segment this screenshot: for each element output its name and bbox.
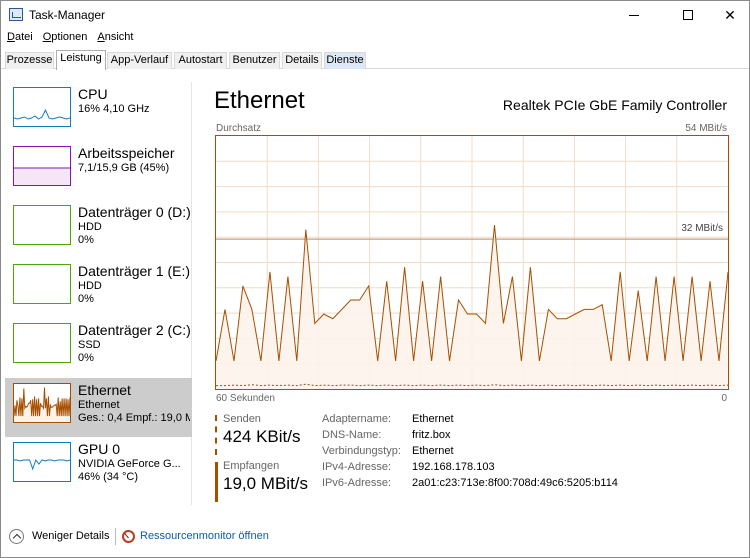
sidebar-item-name: Datenträger 0 (D:) bbox=[78, 204, 190, 220]
property-key: Verbindungstyp: bbox=[322, 445, 401, 457]
sidebar-item-text: Arbeitsspeicher 7,1/15,9 GB (45%) bbox=[78, 145, 190, 175]
footer-divider bbox=[115, 528, 116, 545]
sidebar-item-name: GPU 0 bbox=[78, 441, 121, 457]
sidebar-item-detail: NVIDIA GeForce G... bbox=[78, 458, 181, 470]
tab-details[interactable]: Details bbox=[282, 52, 322, 69]
maximize-icon bbox=[683, 10, 693, 20]
sidebar-item-name: Datenträger 1 (E:) bbox=[78, 263, 190, 279]
close-icon: ✕ bbox=[724, 6, 736, 23]
tab-benutzer[interactable]: Benutzer bbox=[229, 52, 280, 69]
receive-value: 19,0 MBit/s bbox=[223, 474, 309, 493]
sidebar-item-detail: SSD bbox=[78, 339, 101, 351]
minimize-icon bbox=[629, 14, 639, 16]
tab-bar: Prozesse Leistung App-Verlauf Autostart … bbox=[1, 50, 749, 70]
sidebar-thumbnail-graph bbox=[13, 146, 71, 186]
sidebar-item-detail: 0% bbox=[78, 293, 94, 305]
sidebar-item-detail: Ges.: 0,4 Empf.: 19,0 MB bbox=[78, 412, 190, 424]
sidebar-item-ethernet[interactable]: Ethernet Ethernet Ges.: 0,4 Empf.: 19,0 MB bbox=[5, 378, 192, 437]
sidebar-item-text: Datenträger 0 (D:) HDD 0% bbox=[78, 204, 190, 247]
throughput-chart-svg bbox=[215, 136, 729, 389]
sidebar-item-detail: 46% (34 °C) bbox=[78, 471, 139, 483]
minimize-button[interactable] bbox=[611, 1, 657, 29]
menu-ansicht[interactable]: Ansicht bbox=[97, 29, 133, 47]
send-legend-marker bbox=[215, 415, 217, 455]
chart-max-label: 54 MBit/s bbox=[685, 123, 727, 134]
property-key: IPv6-Adresse: bbox=[322, 477, 392, 489]
sidebar-item-gpu-0[interactable]: GPU 0 NVIDIA GeForce G... 46% (34 °C) bbox=[5, 437, 192, 496]
sidebar-item-text: Datenträger 1 (E:) HDD 0% bbox=[78, 263, 190, 306]
sidebar-thumbnail-graph bbox=[13, 264, 71, 304]
tab-leistung[interactable]: Leistung bbox=[56, 50, 106, 70]
sidebar-item-name: Ethernet bbox=[78, 382, 131, 398]
sidebar-item-detail: 7,1/15,9 GB (45%) bbox=[78, 162, 170, 174]
resource-monitor-icon[interactable] bbox=[122, 530, 135, 543]
task-manager-icon bbox=[9, 8, 23, 21]
sidebar-item-text: Ethernet Ethernet Ges.: 0,4 Empf.: 19,0 MB bbox=[78, 382, 190, 425]
property-value: 192.168.178.103 bbox=[412, 461, 495, 473]
sidebar-item-name: CPU bbox=[78, 86, 108, 102]
sidebar-item-detail: HDD bbox=[78, 221, 102, 233]
sidebar-item-detail: Ethernet bbox=[78, 399, 120, 411]
sidebar-item-text: CPU 16% 4,10 GHz bbox=[78, 86, 190, 116]
task-manager-window: Task-Manager ✕ Datei Optionen Ansicht Pr… bbox=[0, 0, 750, 558]
chart-reference-label: 32 MBit/s bbox=[680, 223, 724, 234]
tab-dienste[interactable]: Dienste bbox=[324, 52, 366, 69]
sidebar-item-name: Arbeitsspeicher bbox=[78, 145, 175, 161]
menu-datei[interactable]: Datei bbox=[7, 29, 33, 47]
property-value: Ethernet bbox=[412, 413, 454, 425]
chevron-up-icon[interactable] bbox=[9, 529, 24, 544]
property-value: fritz.box bbox=[412, 429, 451, 441]
sidebar-item-text: GPU 0 NVIDIA GeForce G... 46% (34 °C) bbox=[78, 441, 190, 484]
page-title: Ethernet bbox=[214, 87, 305, 114]
close-button[interactable]: ✕ bbox=[707, 1, 750, 29]
resource-monitor-link[interactable]: Ressourcenmonitor öffnen bbox=[140, 530, 269, 542]
device-name: Realtek PCIe GbE Family Controller bbox=[502, 97, 727, 113]
tab-app-verlauf[interactable]: App-Verlauf bbox=[107, 52, 172, 69]
menu-optionen[interactable]: Optionen bbox=[43, 29, 88, 47]
chart-time-end: 0 bbox=[721, 393, 727, 404]
fewer-details-button[interactable]: Weniger Details bbox=[32, 530, 109, 542]
maximize-button[interactable] bbox=[665, 1, 711, 29]
sidebar-item-datentr-ger-0-d[interactable]: Datenträger 0 (D:) HDD 0% bbox=[5, 200, 192, 259]
sidebar-item-cpu[interactable]: CPU 16% 4,10 GHz bbox=[5, 82, 192, 141]
sidebar-item-detail: 16% 4,10 GHz bbox=[78, 103, 150, 115]
sidebar-item-detail: 0% bbox=[78, 352, 94, 364]
property-value: 2a01:c23:713e:8f00:708d:49c6:5205:b114 bbox=[412, 477, 618, 489]
tab-autostart[interactable]: Autostart bbox=[174, 52, 227, 69]
sidebar-item-arbeitsspeicher[interactable]: Arbeitsspeicher 7,1/15,9 GB (45%) bbox=[5, 141, 192, 200]
sidebar-thumbnail-graph bbox=[13, 205, 71, 245]
sidebar-item-datentr-ger-2-c[interactable]: Datenträger 2 (C:) SSD 0% bbox=[5, 318, 192, 377]
sidebar-thumbnail-graph bbox=[13, 87, 71, 127]
throughput-chart bbox=[215, 135, 729, 390]
performance-sidebar: CPU 16% 4,10 GHz Arbeitsspeicher 7,1/15,9 G… bbox=[5, 82, 192, 505]
chart-time-label: 60 Sekunden bbox=[216, 393, 275, 404]
tab-prozesse[interactable]: Prozesse bbox=[5, 52, 54, 69]
title-bar[interactable]: Task-Manager ✕ bbox=[1, 1, 749, 29]
window-title: Task-Manager bbox=[29, 8, 106, 22]
menu-bar: Datei Optionen Ansicht bbox=[1, 29, 749, 47]
sidebar-item-datentr-ger-1-e[interactable]: Datenträger 1 (E:) HDD 0% bbox=[5, 259, 192, 318]
receive-label: Empfangen bbox=[223, 460, 280, 472]
sidebar-thumbnail-graph bbox=[13, 323, 71, 363]
sidebar-thumbnail-graph bbox=[13, 442, 71, 482]
sidebar-item-text: Datenträger 2 (C:) SSD 0% bbox=[78, 322, 190, 365]
send-label: Senden bbox=[223, 413, 261, 425]
sidebar-item-detail: 0% bbox=[78, 234, 94, 246]
property-key: Adaptername: bbox=[322, 413, 392, 425]
property-value: Ethernet bbox=[412, 445, 454, 457]
footer: Weniger Details Ressourcenmonitor öffnen bbox=[1, 523, 749, 549]
receive-legend-marker bbox=[215, 462, 218, 502]
sidebar-thumbnail-graph bbox=[13, 383, 71, 423]
sidebar-item-detail: HDD bbox=[78, 280, 102, 292]
property-key: IPv4-Adresse: bbox=[322, 461, 392, 473]
chart-label: Durchsatz bbox=[216, 123, 262, 134]
sidebar-item-name: Datenträger 2 (C:) bbox=[78, 322, 190, 338]
send-value: 424 KBit/s bbox=[223, 427, 301, 446]
property-key: DNS-Name: bbox=[322, 429, 382, 441]
